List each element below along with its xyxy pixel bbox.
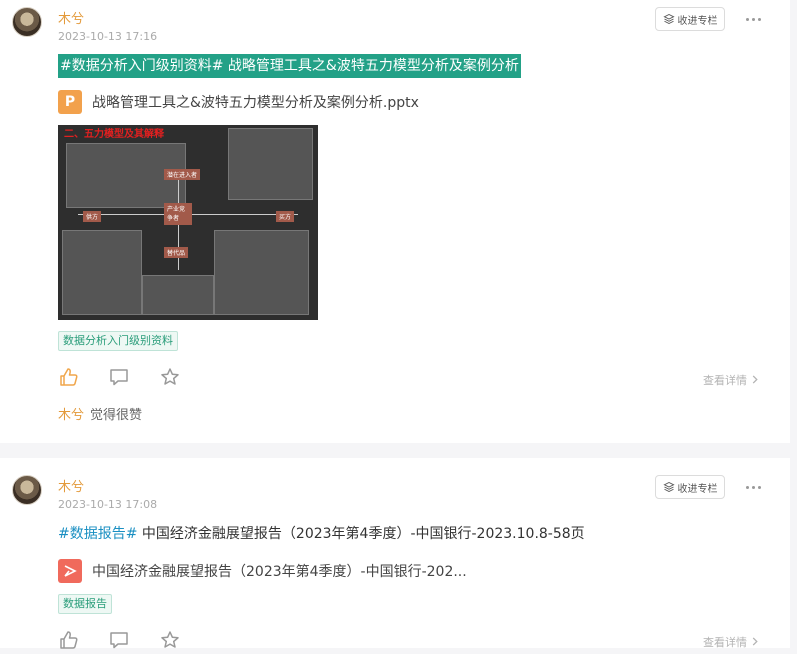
author-name[interactable]: 木兮 (58, 476, 84, 495)
slide-thumbnail[interactable]: 二、五力模型及其解释 供方 产业竞争者 潜在进入者 替代品 买方 (58, 125, 318, 320)
star-icon[interactable] (160, 630, 180, 650)
post-card: 木兮 2023-10-13 17:08 收进专栏 #数据报告# 中国经济金融展望… (0, 458, 790, 650)
post-separator (0, 443, 797, 458)
topic-tag[interactable]: 数据分析入门级别资料 (58, 331, 178, 351)
thumbs-up-icon[interactable] (59, 367, 79, 387)
more-icon[interactable] (746, 14, 764, 24)
liked-by-text: 觉得很赞 (90, 408, 143, 423)
author-name[interactable]: 木兮 (58, 8, 84, 27)
liked-by-user[interactable]: 木兮 (58, 408, 84, 423)
collect-label: 收进专栏 (677, 483, 718, 495)
feed: 木兮 2023-10-13 17:16 收进专栏 #数据分析入门级别资料# 战略… (0, 0, 797, 649)
post-card: 木兮 2023-10-13 17:16 收进专栏 #数据分析入门级别资料# 战略… (0, 0, 790, 443)
chevron-right-icon (752, 637, 758, 646)
post-title[interactable]: #数据报告# 中国经济金融展望报告（2023年第4季度）-中国银行-2023.1… (58, 524, 585, 544)
post-time: 2023-10-13 17:08 (58, 498, 158, 511)
thumb-heading: 二、五力模型及其解释 (64, 129, 164, 140)
collect-button[interactable]: 收进专栏 (655, 7, 725, 31)
ppt-file-icon: P (58, 90, 82, 114)
file-attachment[interactable]: 中国经济金融展望报告（2023年第4季度）-中国银行-202... (58, 559, 467, 583)
hashtag-link[interactable]: #数据报告# (58, 526, 137, 542)
collect-button[interactable]: 收进专栏 (655, 475, 725, 499)
avatar[interactable] (12, 7, 42, 37)
avatar[interactable] (12, 475, 42, 505)
comment-icon[interactable] (109, 367, 129, 387)
file-attachment[interactable]: P 战略管理工具之&波特五力模型分析及案例分析.pptx (58, 90, 419, 114)
pdf-file-icon (58, 559, 82, 583)
star-icon[interactable] (160, 367, 180, 387)
file-name: 战略管理工具之&波特五力模型分析及案例分析.pptx (92, 95, 419, 111)
view-detail-label: 查看详情 (703, 636, 747, 649)
bookmark-icon (662, 13, 675, 25)
topic-tag[interactable]: 数据报告 (58, 594, 112, 614)
collect-label: 收进专栏 (677, 15, 718, 27)
more-icon[interactable] (746, 482, 764, 492)
thumbs-up-icon[interactable] (59, 630, 79, 650)
bookmark-icon (662, 481, 675, 493)
chevron-right-icon (752, 375, 758, 384)
post-title-text: 中国经济金融展望报告（2023年第4季度）-中国银行-2023.10.8-58页 (137, 526, 585, 542)
post-time: 2023-10-13 17:16 (58, 30, 158, 43)
view-detail-link[interactable]: 查看详情 (703, 372, 759, 388)
file-name: 中国经济金融展望报告（2023年第4季度）-中国银行-202... (92, 564, 467, 580)
post-title[interactable]: #数据分析入门级别资料# 战略管理工具之&波特五力模型分析及案例分析 (58, 54, 521, 78)
comment-icon[interactable] (109, 630, 129, 650)
view-detail-label: 查看详情 (703, 374, 747, 387)
liked-by-line: 木兮 觉得很赞 (58, 404, 142, 423)
